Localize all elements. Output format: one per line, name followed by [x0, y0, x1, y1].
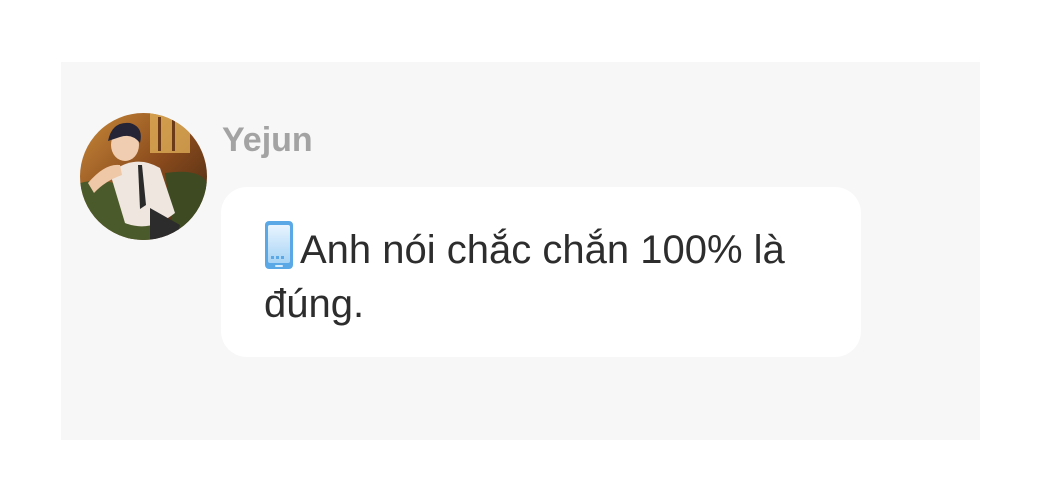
sender-avatar[interactable]	[80, 113, 207, 240]
mobile-phone-icon	[264, 220, 294, 270]
sender-name: Yejun	[222, 121, 313, 159]
message-bubble[interactable]: Anh nói chắc chắn 100% là đúng.	[221, 187, 861, 357]
message-content: Anh nói chắc chắn 100% là đúng.	[264, 220, 824, 331]
avatar-portrait-icon	[80, 113, 207, 240]
message-text: Anh nói chắc chắn 100% là đúng.	[264, 228, 785, 326]
